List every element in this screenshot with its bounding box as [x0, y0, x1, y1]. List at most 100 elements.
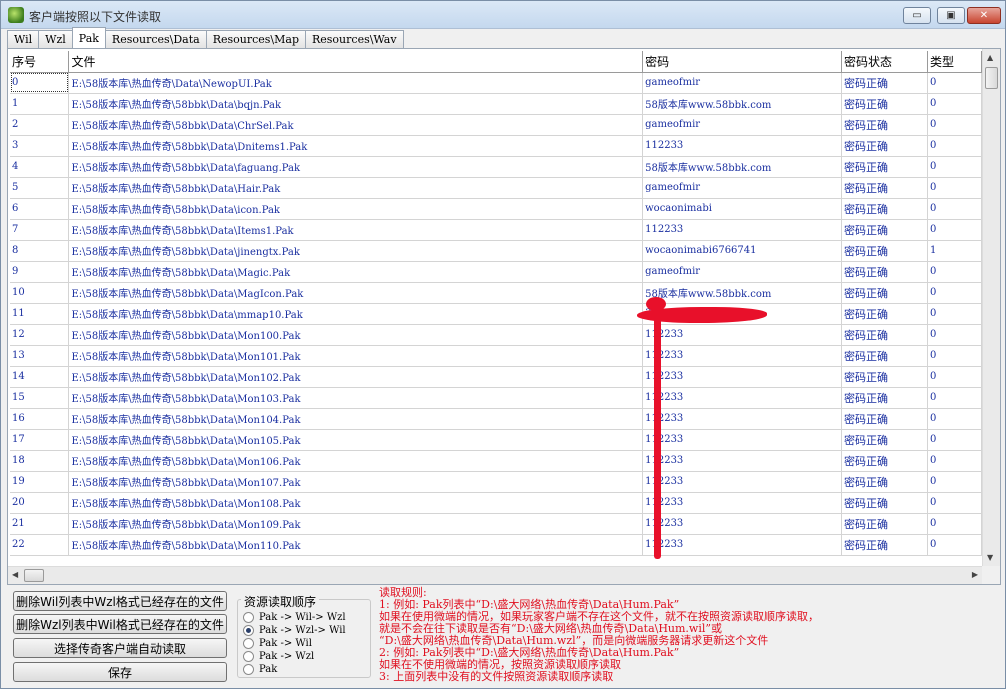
title-bar[interactable]: 客户端按照以下文件读取 ▭ ▣ ✕ — [1, 1, 1005, 29]
cell-file[interactable]: E:\58版本库\热血传奇\58bbk\Data\faguang.Pak — [68, 156, 644, 178]
cell-idx[interactable]: 10 — [10, 282, 70, 304]
cell-password[interactable]: gameofmir — [642, 261, 843, 283]
cell-type[interactable]: 0 — [927, 303, 982, 325]
cell-type[interactable]: 0 — [927, 387, 982, 409]
cell-password[interactable]: wocaonimabi6766741 — [642, 240, 843, 262]
radio-button-icon[interactable] — [243, 624, 254, 636]
minimize-button[interactable]: ▭ — [903, 7, 931, 24]
cell-idx[interactable]: 2 — [10, 114, 70, 136]
column-header-file[interactable]: 文件 — [68, 51, 644, 73]
cell-idx[interactable]: 14 — [10, 366, 70, 388]
cell-file[interactable]: E:\58版本库\热血传奇\58bbk\Data\Mon109.Pak — [68, 513, 644, 535]
radio-button-icon[interactable] — [243, 650, 254, 662]
table-row[interactable]: 16 E:\58版本库\热血传奇\58bbk\Data\Mon104.Pak 112… — [10, 408, 982, 430]
cell-idx[interactable]: 0 — [10, 72, 70, 94]
column-header-password-status[interactable]: 密码状态 — [841, 51, 928, 73]
table-row[interactable]: 19 E:\58版本库\热血传奇\58bbk\Data\Mon107.Pak 112… — [10, 471, 982, 493]
cell-file[interactable]: E:\58版本库\热血传奇\58bbk\Data\jinengtx.Pak — [68, 240, 644, 262]
cell-file[interactable]: E:\58版本库\热血传奇\Data\NewopUI.Pak — [68, 72, 644, 94]
delete-wzl-button[interactable]: 删除Wzl列表中Wil格式已经存在的文件 — [13, 614, 227, 634]
tab-resources-wav[interactable]: Resources\Wav — [305, 30, 404, 48]
table-row[interactable]: 9 E:\58版本库\热血传奇\58bbk\Data\Magic.Pak gameo… — [10, 261, 982, 283]
save-button[interactable]: 保存 — [13, 662, 227, 682]
cell-password[interactable]: 112233 — [642, 429, 843, 451]
cell-file[interactable]: E:\58版本库\热血传奇\58bbk\Data\Mon102.Pak — [68, 366, 644, 388]
cell-status[interactable]: 密码正确 — [841, 513, 928, 535]
cell-file[interactable]: E:\58版本库\热血传奇\58bbk\Data\Hair.Pak — [68, 177, 644, 199]
cell-file[interactable]: E:\58版本库\热血传奇\58bbk\Data\Items1.Pak — [68, 219, 644, 241]
cell-idx[interactable]: 6 — [10, 198, 70, 220]
cell-password[interactable]: 58版本库www.58bbk.com — [642, 93, 843, 115]
cell-type[interactable]: 0 — [927, 345, 982, 367]
cell-status[interactable]: 密码正确 — [841, 429, 928, 451]
cell-file[interactable]: E:\58版本库\热血传奇\58bbk\Data\Dnitems1.Pak — [68, 135, 644, 157]
table-row[interactable]: 1 E:\58版本库\热血传奇\58bbk\Data\bqjn.Pak 58版本库w… — [10, 93, 982, 115]
cell-type[interactable]: 0 — [927, 408, 982, 430]
cell-idx[interactable]: 7 — [10, 219, 70, 241]
cell-password[interactable]: 112233 — [642, 513, 843, 535]
cell-status[interactable]: 密码正确 — [841, 240, 928, 262]
cell-type[interactable]: 0 — [927, 93, 982, 115]
auto-read-button[interactable]: 选择传奇客户端自动读取 — [13, 638, 227, 658]
cell-password[interactable]: 112233 — [642, 534, 843, 556]
cell-type[interactable]: 0 — [927, 450, 982, 472]
cell-password[interactable]: 58版本库www.58bbk.com — [642, 156, 843, 178]
cell-file[interactable]: E:\58版本库\热血传奇\58bbk\Data\Mon106.Pak — [68, 450, 644, 472]
cell-status[interactable]: 密码正确 — [841, 282, 928, 304]
radio-button-icon[interactable] — [243, 611, 254, 623]
cell-idx[interactable]: 13 — [10, 345, 70, 367]
table-row[interactable]: 22 E:\58版本库\热血传奇\58bbk\Data\Mon110.Pak 112… — [10, 534, 982, 556]
tab-wil[interactable]: Wil — [7, 30, 40, 48]
cell-idx[interactable]: 11 — [10, 303, 70, 325]
cell-idx[interactable]: 9 — [10, 261, 70, 283]
cell-file[interactable]: E:\58版本库\热血传奇\58bbk\Data\Mon101.Pak — [68, 345, 644, 367]
read-order-option[interactable]: Pak -> Wil-> Wzl — [243, 611, 346, 623]
table-row[interactable]: 11E:\58版本库\热血传奇\58bbk\Data\mmap10.Pak3密码… — [10, 303, 982, 325]
scroll-down-icon[interactable]: ▼ — [987, 553, 993, 562]
cell-password[interactable]: 112233 — [642, 345, 843, 367]
read-order-option[interactable]: Pak — [243, 663, 277, 675]
cell-type[interactable]: 0 — [927, 177, 982, 199]
cell-file[interactable]: E:\58版本库\热血传奇\58bbk\Data\Mon110.Pak — [68, 534, 644, 556]
table-row[interactable]: 15 E:\58版本库\热血传奇\58bbk\Data\Mon103.Pak 112… — [10, 387, 982, 409]
cell-password[interactable]: 112233 — [642, 492, 843, 514]
cell-status[interactable]: 密码正确 — [841, 534, 928, 556]
cell-idx[interactable]: 4 — [10, 156, 70, 178]
table-row[interactable]: 21 E:\58版本库\热血传奇\58bbk\Data\Mon109.Pak 112… — [10, 513, 982, 535]
cell-idx[interactable]: 17 — [10, 429, 70, 451]
table-row[interactable]: 3 E:\58版本库\热血传奇\58bbk\Data\Dnitems1.Pak 11… — [10, 135, 982, 157]
radio-button-icon[interactable] — [243, 663, 254, 675]
cell-status[interactable]: 密码正确 — [841, 135, 928, 157]
table-row[interactable]: 12 E:\58版本库\热血传奇\58bbk\Data\Mon100.Pak 112… — [10, 324, 982, 346]
cell-type[interactable]: 1 — [927, 240, 982, 262]
cell-type[interactable]: 0 — [927, 135, 982, 157]
cell-password[interactable]: 112233 — [642, 135, 843, 157]
cell-type[interactable]: 0 — [927, 492, 982, 514]
cell-password[interactable]: 112233 — [642, 219, 843, 241]
read-order-option[interactable]: Pak -> Wil — [243, 637, 312, 649]
scroll-right-icon[interactable]: ▶ — [972, 570, 978, 579]
cell-status[interactable]: 密码正确 — [841, 366, 928, 388]
read-order-option[interactable]: Pak -> Wzl — [243, 650, 314, 662]
cell-type[interactable]: 0 — [927, 324, 982, 346]
cell-status[interactable]: 密码正确 — [841, 387, 928, 409]
cell-idx[interactable]: 1 — [10, 93, 70, 115]
table-row[interactable]: 14 E:\58版本库\热血传奇\58bbk\Data\Mon102.Pak 112… — [10, 366, 982, 388]
cell-idx[interactable]: 5 — [10, 177, 70, 199]
cell-file[interactable]: E:\58版本库\热血传奇\58bbk\Data\bqjn.Pak — [68, 93, 644, 115]
cell-type[interactable]: 0 — [927, 471, 982, 493]
cell-status[interactable]: 密码正确 — [841, 114, 928, 136]
cell-idx[interactable]: 20 — [10, 492, 70, 514]
cell-type[interactable]: 0 — [927, 366, 982, 388]
scroll-up-icon[interactable]: ▲ — [987, 53, 993, 62]
cell-idx[interactable]: 16 — [10, 408, 70, 430]
radio-button-icon[interactable] — [243, 637, 254, 649]
cell-idx[interactable]: 22 — [10, 534, 70, 556]
table-row[interactable]: 4 E:\58版本库\热血传奇\58bbk\Data\faguang.Pak 58版… — [10, 156, 982, 178]
table-row[interactable]: 17 E:\58版本库\热血传奇\58bbk\Data\Mon105.Pak 112… — [10, 429, 982, 451]
cell-status[interactable]: 密码正确 — [841, 93, 928, 115]
maximize-button[interactable]: ▣ — [937, 7, 965, 24]
cell-type[interactable]: 0 — [927, 429, 982, 451]
cell-status[interactable]: 密码正确 — [841, 408, 928, 430]
horizontal-scrollbar[interactable]: ◀ ▶ — [8, 566, 982, 584]
